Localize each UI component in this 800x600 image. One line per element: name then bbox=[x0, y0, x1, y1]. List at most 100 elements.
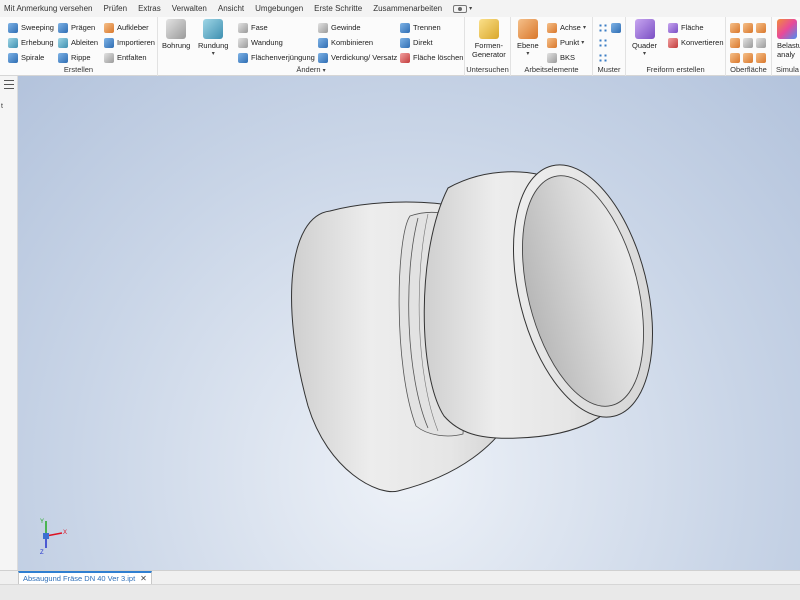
rectangular-pattern-icon bbox=[598, 22, 608, 33]
bohrung-button[interactable]: Bohrung bbox=[162, 19, 190, 50]
mirror-icon bbox=[611, 22, 621, 33]
convert-icon bbox=[668, 37, 678, 48]
sweeping-icon bbox=[8, 22, 18, 33]
erhebung-button[interactable]: Erhebung bbox=[8, 35, 54, 50]
oberflaeche-col-2 bbox=[743, 20, 756, 65]
spiegeln-button[interactable] bbox=[611, 20, 624, 35]
chevron-down-icon: ▾ bbox=[526, 51, 530, 57]
chevron-down-icon: ▾ bbox=[211, 51, 215, 57]
trim-icon bbox=[743, 22, 753, 33]
rechteckig-muster-button[interactable] bbox=[598, 20, 611, 35]
surface-tool-3[interactable] bbox=[730, 50, 743, 65]
surface-tool-9[interactable] bbox=[756, 50, 769, 65]
graphics-viewport[interactable]: X Y Z bbox=[18, 76, 800, 570]
trennen-button[interactable]: Trennen bbox=[400, 20, 463, 35]
surface-tool-8[interactable] bbox=[756, 35, 769, 50]
split-icon bbox=[400, 22, 410, 33]
bks-button[interactable]: BKS bbox=[547, 50, 586, 65]
sweeping-button[interactable]: Sweeping bbox=[8, 20, 54, 35]
gewinde-button[interactable]: Gewinde bbox=[318, 20, 397, 35]
verdickung-button[interactable]: Verdickung/ Versatz bbox=[318, 50, 397, 65]
erstellen-col-2: Prägen Ableiten Rippe bbox=[58, 20, 98, 65]
praegen-button[interactable]: Prägen bbox=[58, 20, 98, 35]
part-model-3d[interactable] bbox=[18, 76, 800, 570]
formen-generator-button[interactable]: Formen- Generator bbox=[472, 19, 506, 59]
rundung-button[interactable]: Rundung ▾ bbox=[198, 19, 228, 57]
panel-aendern: Bohrung Rundung ▾ Fase Wandung Flächenve… bbox=[158, 17, 465, 76]
punkt-button[interactable]: Punkt ▾ bbox=[547, 35, 586, 50]
direct-edit-icon bbox=[400, 37, 410, 48]
emboss-icon bbox=[58, 22, 68, 33]
panel-untersuchen: Formen- Generator Untersuchen bbox=[465, 17, 511, 76]
chevron-down-icon: ▾ bbox=[581, 40, 585, 46]
freeform-box-icon bbox=[634, 19, 655, 39]
surface-tool-4[interactable] bbox=[743, 20, 756, 35]
ableiten-button[interactable]: Ableiten bbox=[58, 35, 98, 50]
kombinieren-button[interactable]: Kombinieren bbox=[318, 35, 397, 50]
chevron-down-icon: ▾ bbox=[643, 51, 647, 57]
coil-icon bbox=[8, 52, 18, 63]
wandung-button[interactable]: Wandung bbox=[238, 35, 315, 50]
erstellen-col-1: Sweeping Erhebung Spirale bbox=[8, 20, 54, 65]
skizzengesteuert-button[interactable] bbox=[598, 50, 611, 65]
panel-title-arbeitselemente: Arbeitselemente bbox=[524, 65, 579, 74]
belastungsanalyse-button[interactable]: Belastu analy bbox=[777, 19, 800, 59]
spirale-button[interactable]: Spirale bbox=[8, 50, 54, 65]
flaeche-button[interactable]: Fläche bbox=[668, 20, 724, 35]
shell-icon bbox=[238, 37, 248, 48]
importieren-button[interactable]: Importieren bbox=[104, 35, 155, 50]
hole-icon bbox=[166, 19, 187, 39]
panel-title-aendern[interactable]: Ändern ▾ bbox=[158, 65, 464, 74]
ribbon-display-toggle[interactable]: ▾ bbox=[453, 4, 473, 13]
rippe-button[interactable]: Rippe bbox=[58, 50, 98, 65]
muster-col-2 bbox=[611, 20, 624, 35]
ribbon-tab-bar: Mit Anmerkung versehen Prüfen Extras Ver… bbox=[0, 0, 800, 17]
direkt-button[interactable]: Direkt bbox=[400, 35, 463, 50]
chamfer-icon bbox=[238, 22, 248, 33]
model-browser-collapsed: t bbox=[0, 76, 18, 570]
runde-anordnung-button[interactable] bbox=[598, 35, 611, 50]
flaechenverjuengung-button[interactable]: Flächenverjüngung bbox=[238, 50, 315, 65]
tab-extras[interactable]: Extras bbox=[138, 4, 161, 13]
tab-pruefen[interactable]: Prüfen bbox=[104, 4, 128, 13]
surface-tool-1[interactable] bbox=[730, 20, 743, 35]
tab-anmerkung[interactable]: Mit Anmerkung versehen bbox=[4, 4, 93, 13]
quader-button[interactable]: Quader ▾ bbox=[632, 19, 657, 57]
surface-tool-5[interactable] bbox=[743, 35, 756, 50]
muster-col-1 bbox=[598, 20, 611, 65]
panel-title-freiform: Freiform erstellen bbox=[646, 65, 705, 74]
point-icon bbox=[547, 37, 557, 48]
ribbon: Sweeping Erhebung Spirale Prägen Ableite… bbox=[0, 17, 800, 76]
toggle-icon bbox=[453, 4, 468, 13]
import-icon bbox=[104, 37, 114, 48]
surface-tool-7[interactable] bbox=[756, 20, 769, 35]
flaeche-loeschen-button[interactable]: Fläche löschen bbox=[400, 50, 463, 65]
achse-button[interactable]: Achse ▾ bbox=[547, 20, 586, 35]
aufkleber-button[interactable]: Aufkleber bbox=[104, 20, 155, 35]
tab-verwalten[interactable]: Verwalten bbox=[172, 4, 207, 13]
tab-zusammenarbeiten[interactable]: Zusammenarbeiten bbox=[373, 4, 442, 13]
ebene-button[interactable]: Ebene ▾ bbox=[517, 19, 539, 57]
inventor-window: Mit Anmerkung versehen Prüfen Extras Ver… bbox=[0, 0, 800, 600]
konvertieren-button[interactable]: Konvertieren bbox=[668, 35, 724, 50]
entfalten-button[interactable]: Entfalten bbox=[104, 50, 155, 65]
chevron-down-icon: ▾ bbox=[469, 6, 473, 12]
replace-face-icon bbox=[743, 52, 753, 63]
surface-tool-6[interactable] bbox=[743, 50, 756, 65]
fase-button[interactable]: Fase bbox=[238, 20, 315, 35]
status-bar bbox=[0, 584, 800, 600]
panel-oberflaeche: Oberfläche bbox=[726, 17, 772, 76]
panel-simulation: Belastu analy Simula bbox=[772, 17, 800, 76]
tab-ansicht[interactable]: Ansicht bbox=[218, 4, 244, 13]
view-axis-triad: X Y Z bbox=[40, 519, 67, 556]
triad-x-label: X bbox=[63, 530, 67, 536]
arbeitselemente-col: Achse ▾ Punkt ▾ BKS bbox=[547, 20, 586, 65]
tab-erste-schritte[interactable]: Erste Schritte bbox=[314, 4, 362, 13]
document-tab[interactable]: Absaugund Fräse DN 40 Ver 3.ipt ✕ bbox=[18, 571, 152, 585]
surface-tool-2[interactable] bbox=[730, 35, 743, 50]
plane-icon bbox=[517, 19, 538, 39]
close-icon[interactable]: ✕ bbox=[140, 574, 147, 583]
sketch-pattern-icon bbox=[598, 52, 608, 63]
menu-icon[interactable] bbox=[4, 80, 14, 89]
tab-umgebungen[interactable]: Umgebungen bbox=[255, 4, 303, 13]
